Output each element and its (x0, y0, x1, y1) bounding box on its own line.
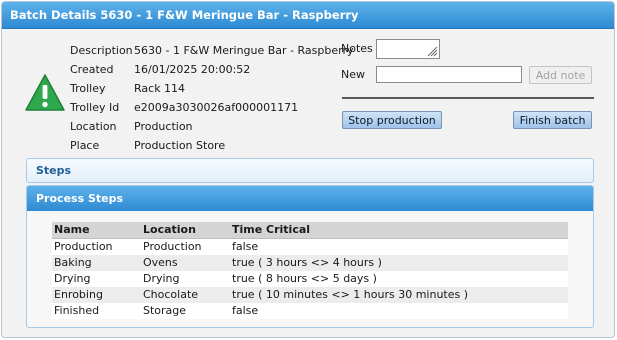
description-label: Description (70, 44, 133, 57)
notes-textarea[interactable] (376, 39, 440, 59)
cell-time-critical: true ( 8 hours <> 5 days ) (230, 271, 568, 287)
steps-panel-title[interactable]: Steps (27, 159, 593, 182)
cell-time-critical: false (230, 238, 568, 255)
info-row-description: Description 5630 - 1 F&W Meringue Bar - … (70, 41, 354, 60)
new-note-label: New (341, 68, 365, 81)
place-value: Production Store (134, 139, 226, 152)
table-row[interactable]: Enrobing Chocolate true ( 10 minutes <> … (52, 287, 568, 303)
table-header: Name Location Time Critical (52, 222, 568, 239)
description-value: 5630 - 1 F&W Meringue Bar - Raspberry (134, 44, 354, 57)
cell-name: Finished (52, 303, 141, 319)
notes-label: Notes (341, 42, 373, 55)
table-row[interactable]: Baking Ovens true ( 3 hours <> 4 hours ) (52, 255, 568, 271)
cell-location: Drying (141, 271, 230, 287)
location-label: Location (70, 120, 117, 133)
info-row-trolley-id: Trolley Id e2009a3030026af000001171 (70, 98, 354, 117)
cell-time-critical: true ( 3 hours <> 4 hours ) (230, 255, 568, 271)
location-value: Production (134, 120, 193, 133)
finish-batch-button[interactable]: Finish batch (513, 111, 592, 129)
batch-details-window: Batch Details 5630 - 1 F&W Meringue Bar … (1, 1, 615, 338)
column-header-time-critical[interactable]: Time Critical (230, 222, 568, 239)
cell-name: Baking (52, 255, 141, 271)
info-row-trolley: Trolley Rack 114 (70, 79, 354, 98)
info-row-place: Place Production Store (70, 136, 354, 155)
info-row-location: Location Production (70, 117, 354, 136)
warning-icon (25, 74, 65, 111)
trolley-id-value: e2009a3030026af000001171 (134, 101, 299, 114)
cell-location: Storage (141, 303, 230, 319)
window-title: Batch Details 5630 - 1 F&W Meringue Bar … (2, 2, 614, 29)
cell-location: Production (141, 238, 230, 255)
add-note-button[interactable]: Add note (529, 66, 592, 84)
cell-location: Ovens (141, 255, 230, 271)
column-header-name[interactable]: Name (52, 222, 141, 239)
batch-info-table: Description 5630 - 1 F&W Meringue Bar - … (70, 41, 354, 155)
table-row[interactable]: Finished Storage false (52, 303, 568, 319)
resize-grip-icon[interactable] (426, 45, 438, 57)
process-steps-title[interactable]: Process Steps (27, 186, 593, 211)
process-steps-panel: Process Steps Name Location Time Critica… (26, 185, 594, 328)
table-row[interactable]: Production Production false (52, 238, 568, 255)
stop-production-button[interactable]: Stop production (342, 111, 442, 129)
cell-time-critical: true ( 10 minutes <> 1 hours 30 minutes … (230, 287, 568, 303)
cell-location: Chocolate (141, 287, 230, 303)
cell-name: Production (52, 238, 141, 255)
created-label: Created (70, 63, 114, 76)
process-steps-table: Name Location Time Critical Production P… (52, 222, 568, 319)
new-note-input[interactable] (376, 66, 522, 83)
cell-name: Enrobing (52, 287, 141, 303)
cell-time-critical: false (230, 303, 568, 319)
steps-panel[interactable]: Steps (26, 158, 594, 183)
table-row[interactable]: Drying Drying true ( 8 hours <> 5 days ) (52, 271, 568, 287)
trolley-label: Trolley (70, 82, 106, 95)
info-row-created: Created 16/01/2025 20:00:52 (70, 60, 354, 79)
place-label: Place (70, 139, 100, 152)
column-header-location[interactable]: Location (141, 222, 230, 239)
trolley-value: Rack 114 (134, 82, 186, 95)
divider (342, 97, 594, 99)
created-value: 16/01/2025 20:00:52 (134, 63, 251, 76)
trolley-id-label: Trolley Id (70, 101, 120, 114)
cell-name: Drying (52, 271, 141, 287)
